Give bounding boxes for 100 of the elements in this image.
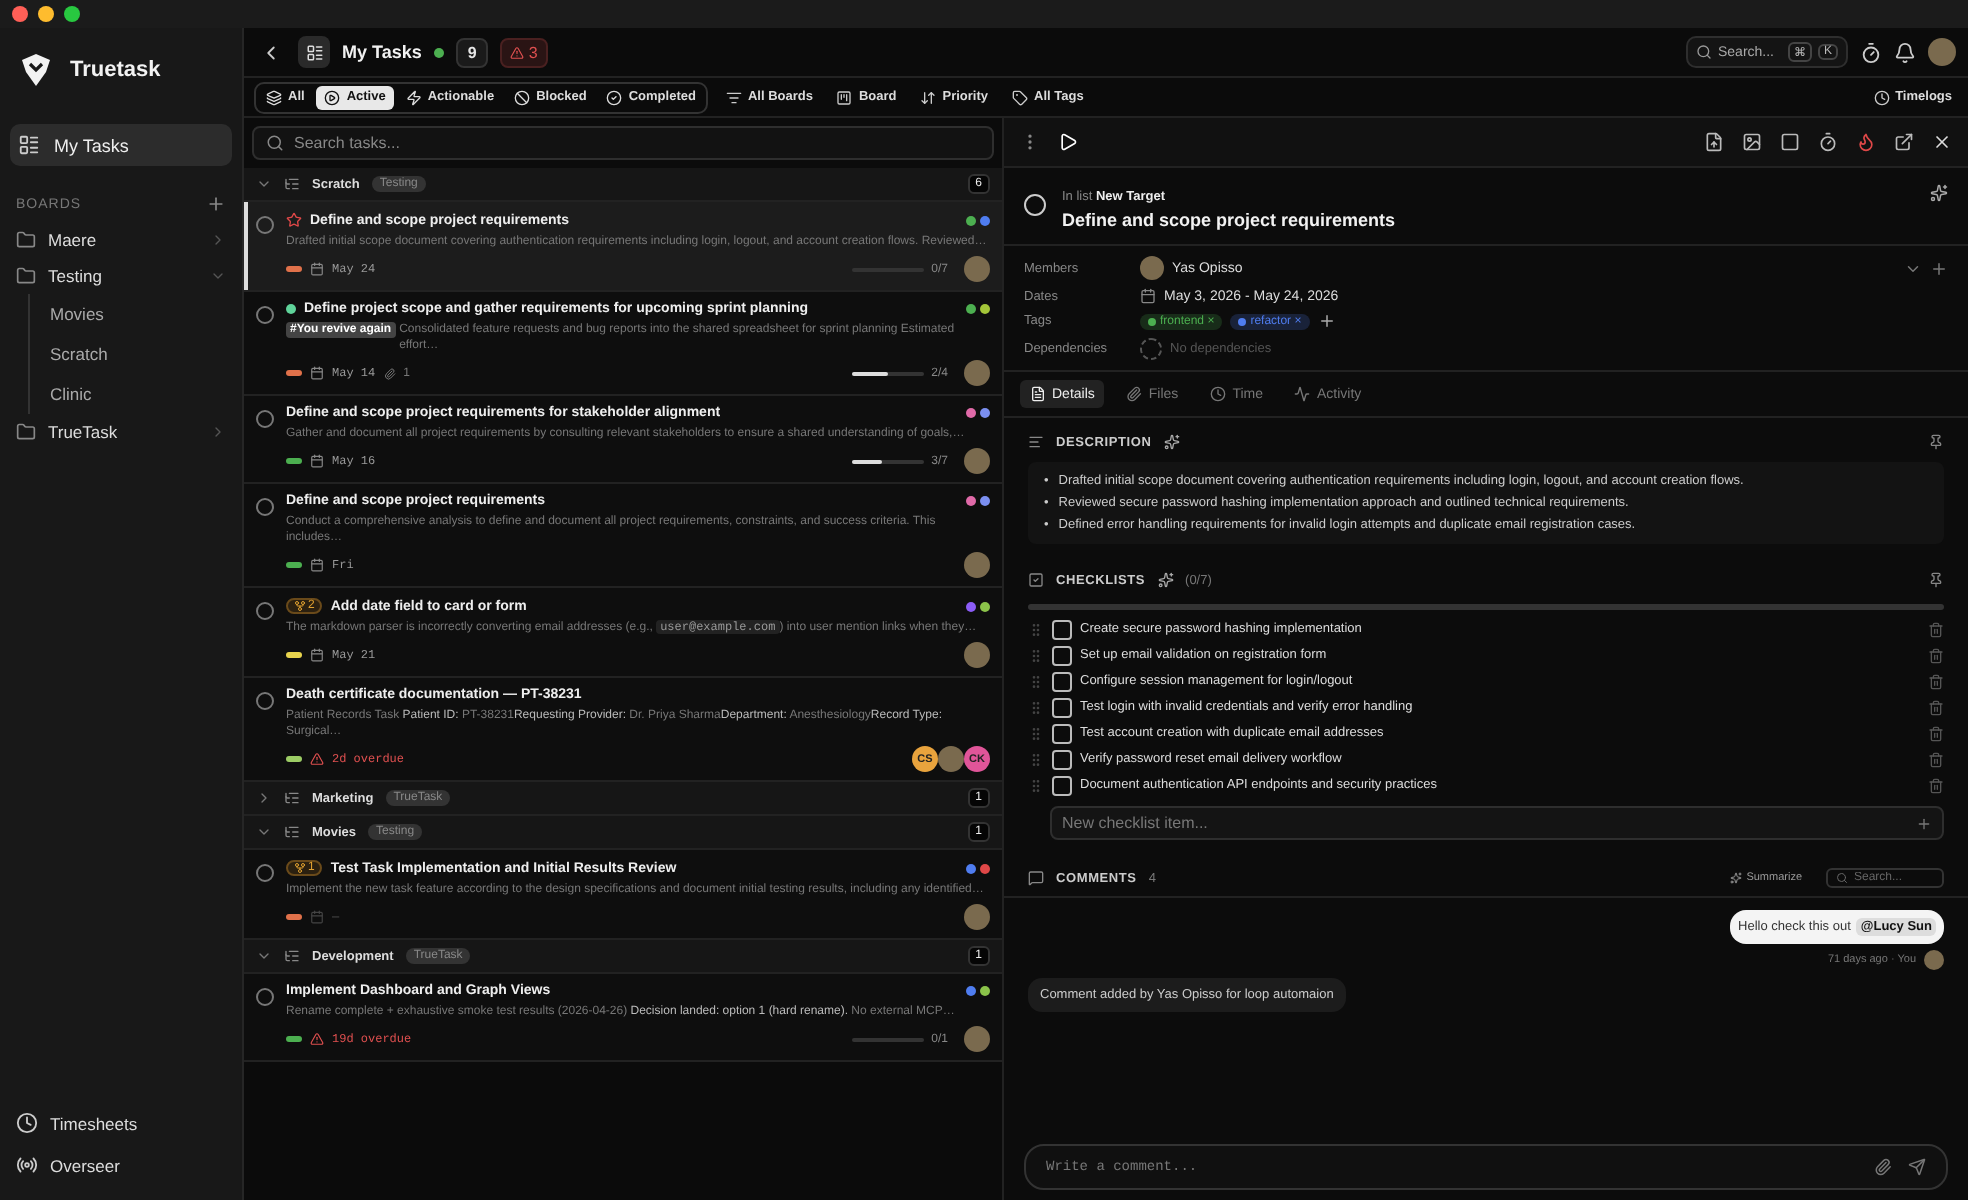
board-item[interactable]: Maere: [10, 222, 232, 258]
document-icon: [1030, 386, 1046, 402]
file-icon[interactable]: [1704, 132, 1724, 152]
clock-icon: [1873, 89, 1890, 105]
timer-icon[interactable]: [1818, 132, 1838, 152]
status-dot: [433, 47, 444, 57]
task-checkbox[interactable]: [1024, 194, 1046, 216]
task-title: Define and scope project requirements: [1062, 210, 1398, 230]
folder-icon: [16, 230, 36, 250]
avatar: [964, 256, 990, 282]
sparkle-icon[interactable]: [1157, 572, 1174, 588]
user-avatar[interactable]: [1928, 38, 1956, 66]
chevron-down-icon[interactable]: [256, 824, 272, 840]
tag-icon: [1012, 89, 1029, 105]
board-list-item[interactable]: Movies: [42, 294, 112, 334]
calendar-icon: [310, 648, 324, 662]
checklist-checkbox[interactable]: [1052, 723, 1072, 743]
task-search-field[interactable]: Search tasks...: [252, 126, 994, 160]
nav-item[interactable]: My Tasks: [10, 124, 232, 166]
search-icon: [1836, 872, 1848, 884]
avatar: [1924, 950, 1944, 970]
close-light[interactable]: [12, 6, 28, 22]
list-tree-icon: [284, 824, 300, 840]
add-icon[interactable]: [206, 194, 226, 214]
chevron-down-icon[interactable]: [256, 176, 272, 192]
new-checklist-input[interactable]: New checklist item...: [1062, 814, 1916, 832]
dependency-icon[interactable]: [1140, 338, 1162, 360]
task-checkbox[interactable]: [256, 602, 274, 620]
checklist-checkbox[interactable]: [1052, 749, 1072, 769]
trash-icon[interactable]: [1928, 621, 1944, 637]
zoom-light[interactable]: [64, 6, 80, 22]
search-icon: [266, 134, 284, 152]
calendar-icon: [310, 262, 324, 276]
trash-icon[interactable]: [1928, 647, 1944, 663]
checklist-checkbox[interactable]: [1052, 645, 1072, 665]
task-checkbox[interactable]: [256, 692, 274, 710]
checklist-checkbox[interactable]: [1052, 775, 1072, 795]
pin-icon[interactable]: [1928, 434, 1944, 450]
trash-icon[interactable]: [1928, 725, 1944, 741]
tasks-icon: [298, 36, 330, 68]
close-icon[interactable]: [1932, 132, 1952, 152]
board-list-item[interactable]: Clinic: [42, 374, 100, 414]
chevron-down-icon[interactable]: [256, 948, 272, 964]
task-checkbox[interactable]: [256, 864, 274, 882]
checklist-checkbox[interactable]: [1052, 671, 1072, 691]
flame-icon[interactable]: [1856, 132, 1876, 152]
board-item[interactable]: Testing: [10, 258, 232, 294]
layers-icon: [266, 89, 282, 105]
clock-icon: [1210, 386, 1227, 402]
chevron-right-icon[interactable]: [256, 790, 272, 806]
send-icon[interactable]: [1908, 1158, 1926, 1176]
new-checklist-field[interactable]: New checklist item...: [1050, 806, 1944, 840]
task-checkbox[interactable]: [256, 216, 274, 234]
avatar: [964, 552, 990, 578]
play-circle-icon: [324, 89, 341, 105]
trash-icon[interactable]: [1928, 751, 1944, 767]
description-icon: [1028, 434, 1044, 450]
checklist-checkbox[interactable]: [1052, 619, 1072, 639]
square-icon[interactable]: [1780, 132, 1800, 152]
task-checkbox[interactable]: [256, 498, 274, 516]
timer-icon[interactable]: [1860, 41, 1882, 63]
sparkle-icon[interactable]: [1163, 434, 1180, 450]
checklist-checkbox[interactable]: [1052, 697, 1072, 717]
list-icon: [18, 134, 40, 156]
task-checkbox[interactable]: [256, 410, 274, 428]
avatar: [964, 904, 990, 930]
filter-icon: [725, 89, 742, 105]
sort-icon: [920, 89, 937, 105]
task-search-input[interactable]: Search tasks...: [294, 134, 980, 152]
sparkle-icon[interactable]: [1930, 184, 1948, 202]
add-icon[interactable]: [1916, 815, 1932, 831]
trash-icon[interactable]: [1928, 673, 1944, 689]
external-link-icon[interactable]: [1894, 132, 1914, 152]
pin-icon[interactable]: [1928, 572, 1944, 588]
comment-icon: [1028, 870, 1044, 886]
calendar-icon: [1140, 288, 1156, 304]
paperclip-icon[interactable]: [1874, 1158, 1892, 1176]
add-icon[interactable]: [1930, 259, 1948, 277]
task-checkbox[interactable]: [256, 306, 274, 324]
active-count: 9: [455, 37, 489, 67]
activity-icon: [1294, 386, 1311, 402]
task-checkbox[interactable]: [256, 988, 274, 1006]
list-tree-icon: [284, 790, 300, 806]
add-icon[interactable]: [1317, 312, 1336, 330]
trash-icon[interactable]: [1928, 777, 1944, 793]
calendar-icon: [310, 558, 324, 572]
board-list-item[interactable]: Scratch: [42, 334, 116, 374]
bell-icon[interactable]: [1894, 41, 1916, 63]
footer-link[interactable]: Timesheets: [10, 1104, 232, 1142]
list-tree-icon: [284, 176, 300, 192]
paperclip-icon: [1126, 386, 1143, 402]
kanban-icon: [836, 89, 853, 105]
play-icon[interactable]: [1058, 132, 1078, 152]
minimize-light[interactable]: [38, 6, 54, 22]
list-tree-icon: [284, 948, 300, 964]
trash-icon[interactable]: [1928, 699, 1944, 715]
branch-icon: [294, 862, 306, 874]
board-item[interactable]: TrueTask: [10, 414, 232, 450]
image-icon[interactable]: [1742, 132, 1762, 152]
footer-link[interactable]: Overseer: [10, 1146, 232, 1184]
